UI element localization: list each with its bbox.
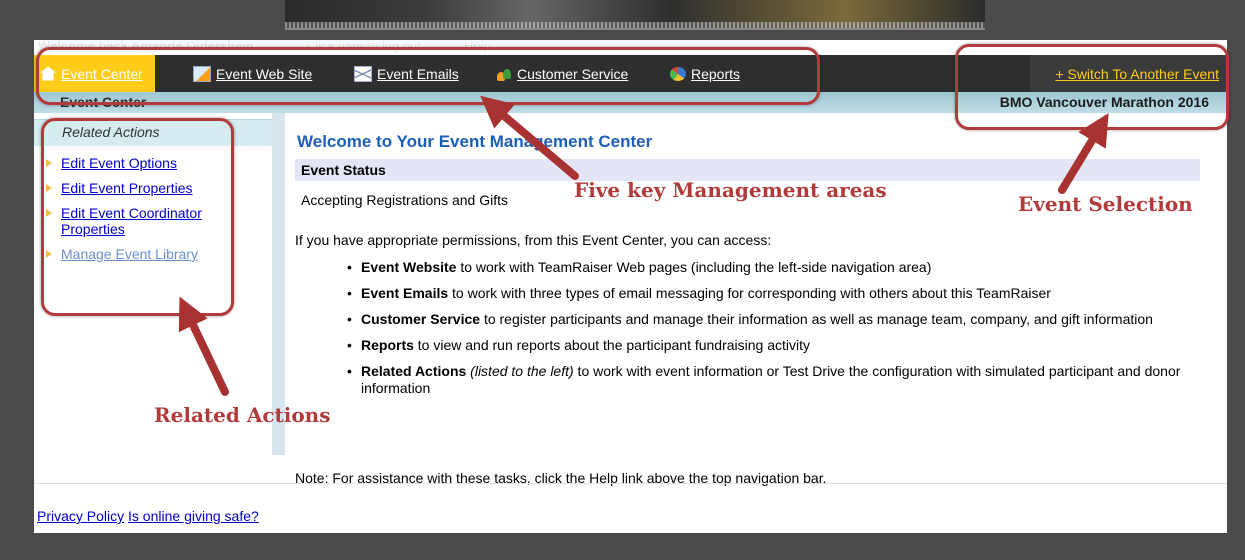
annotation-label-event-selection: Event Selection: [1018, 192, 1193, 216]
arrow-to-related-actions: [178, 296, 229, 396]
annotation-label-related-actions: Related Actions: [154, 403, 331, 427]
arrow-to-nav: [480, 95, 579, 180]
annotation-label-five-areas: Five key Management areas: [574, 178, 887, 202]
annotation-arrows: [178, 95, 1109, 396]
arrow-to-event-selection: [1058, 113, 1109, 194]
